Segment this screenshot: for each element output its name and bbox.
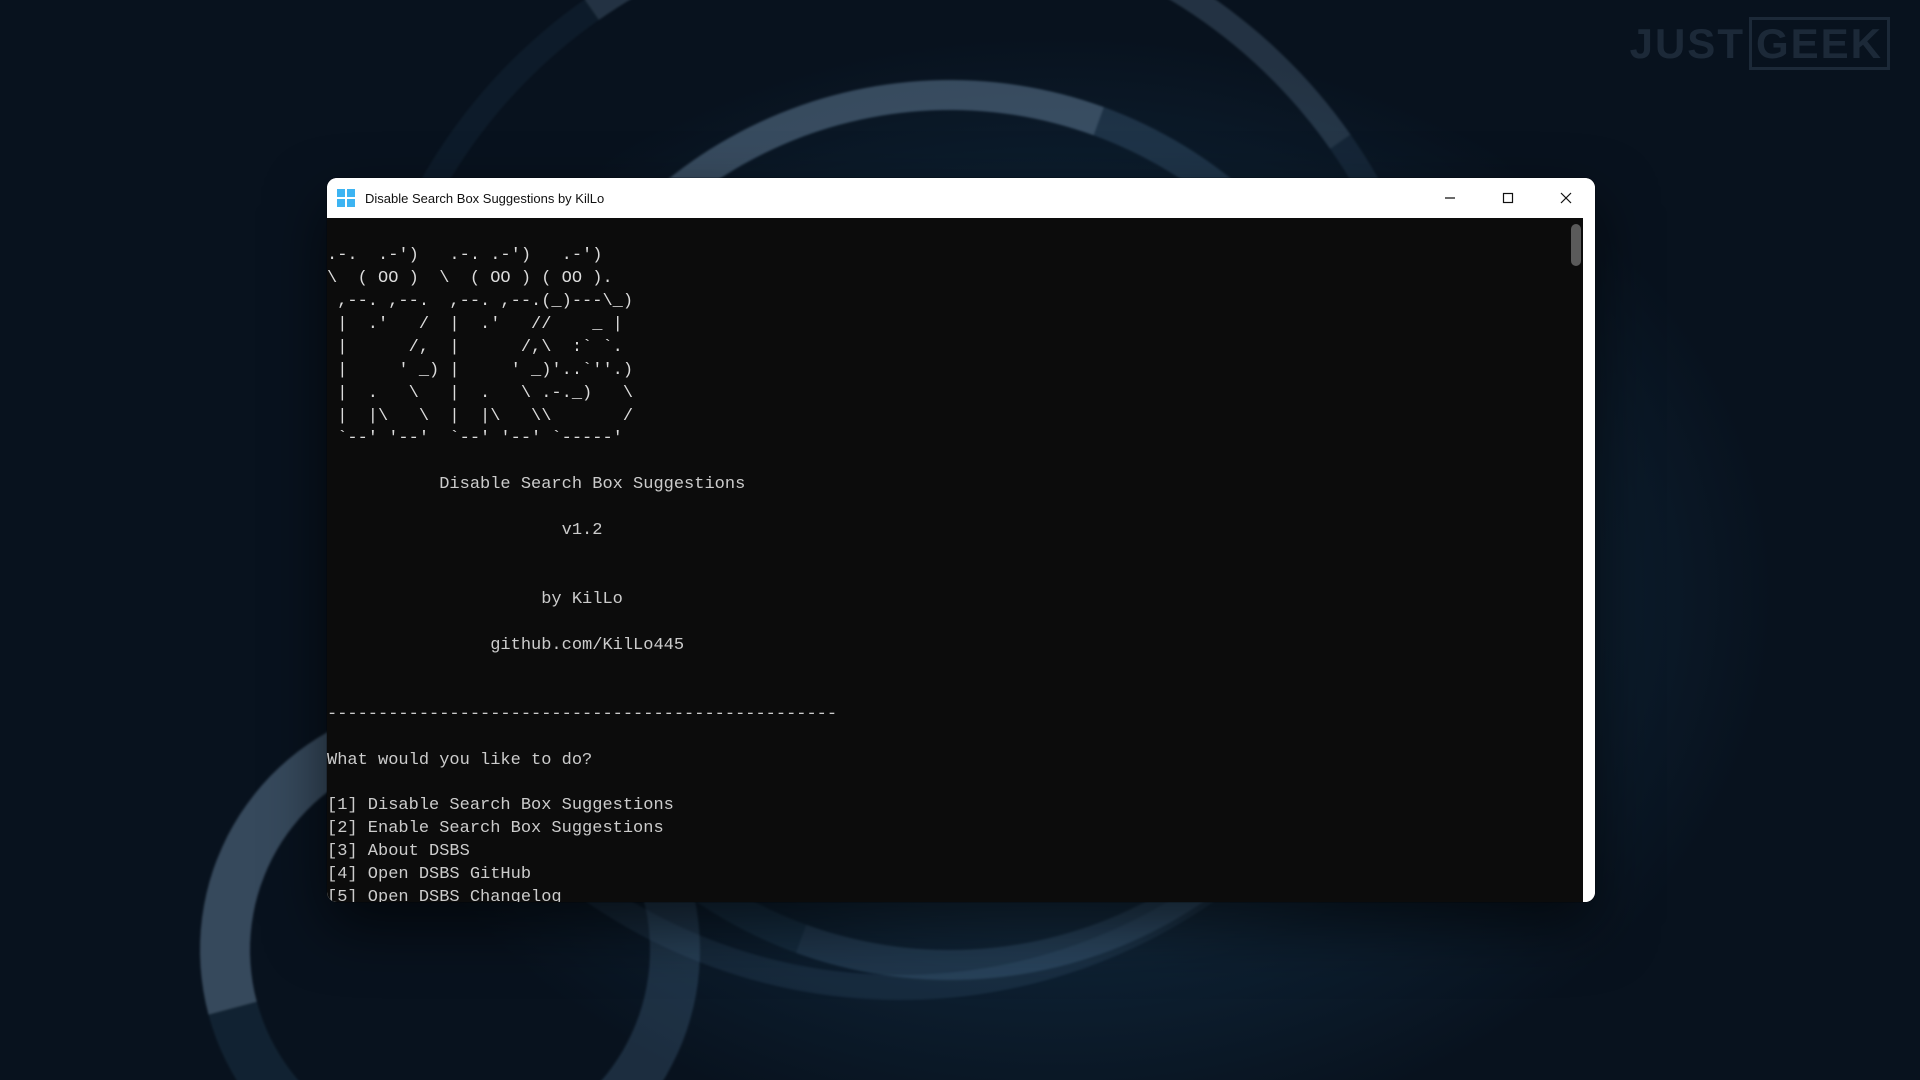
minimize-icon	[1444, 192, 1456, 204]
app-name-line: Disable Search Box Suggestions	[327, 474, 1583, 497]
minimize-button[interactable]	[1421, 178, 1479, 218]
prompt-question: What would you like to do?	[327, 751, 592, 770]
titlebar[interactable]: Disable Search Box Suggestions by KilLo	[327, 178, 1595, 218]
console[interactable]: .-. .-') .-. .-') .-') \ ( OO ) \ ( OO )…	[327, 218, 1583, 902]
version-line: v1.2	[327, 520, 1583, 543]
menu-option-1: [1] Disable Search Box Suggestions	[327, 796, 674, 815]
menu-option-4: [4] Open DSBS GitHub	[327, 865, 531, 884]
maximize-icon	[1502, 192, 1514, 204]
console-frame: .-. .-') .-. .-') .-') \ ( OO ) \ ( OO )…	[327, 218, 1595, 902]
author-line: by KilLo	[327, 589, 1583, 612]
app-icon	[337, 189, 355, 207]
ascii-art-banner: .-. .-') .-. .-') .-') \ ( OO ) \ ( OO )…	[327, 246, 633, 449]
window-title: Disable Search Box Suggestions by KilLo	[365, 191, 604, 206]
menu-option-5: [5] Open DSBS Changelog	[327, 888, 562, 902]
app-window: Disable Search Box Suggestions by KilLo …	[327, 178, 1595, 902]
close-button[interactable]	[1537, 178, 1595, 218]
desktop-background: JUSTGEEK Disable Search Box Suggestions …	[0, 0, 1920, 1080]
watermark-left: JUST	[1630, 20, 1745, 67]
separator-line: ----------------------------------------…	[327, 705, 837, 724]
close-icon	[1560, 192, 1572, 204]
watermark-right: GEEK	[1749, 17, 1890, 70]
menu-option-2: [2] Enable Search Box Suggestions	[327, 819, 664, 838]
repo-line: github.com/KilLo445	[327, 635, 1583, 658]
maximize-button[interactable]	[1479, 178, 1537, 218]
menu-option-3: [3] About DSBS	[327, 842, 470, 861]
scrollbar-thumb[interactable]	[1571, 224, 1581, 266]
watermark: JUSTGEEK	[1630, 20, 1890, 68]
